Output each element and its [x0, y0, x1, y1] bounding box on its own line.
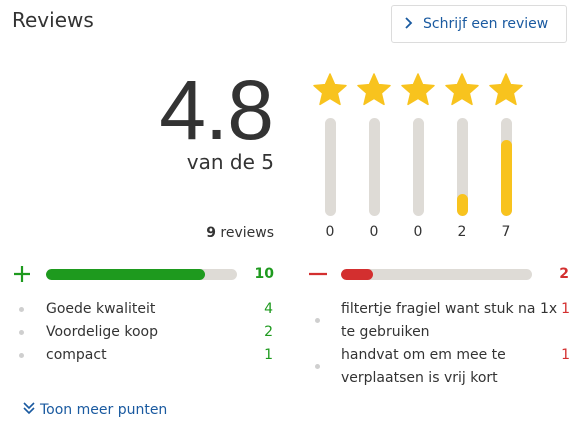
average-score: 4.8 [159, 63, 274, 157]
bullet [315, 364, 320, 369]
bullet [19, 330, 24, 335]
pros-bar [46, 269, 237, 280]
pro-item-count: 2 [264, 324, 273, 340]
rating-bar-fill [501, 140, 512, 216]
pros-bar-fill [46, 269, 205, 280]
con-item-label: filtertje fragiel want stuk na 1x te geb… [341, 298, 557, 344]
rating-count-3-star: 0 [413, 224, 423, 240]
rating-bar-3-star [413, 118, 424, 216]
show-more-button[interactable]: Toon meer punten [22, 400, 167, 419]
review-count-number: 9 [206, 225, 216, 241]
star-icon [488, 72, 524, 108]
write-review-button[interactable]: Schrijf een review [391, 5, 567, 43]
plus-icon [12, 264, 32, 284]
star-icon [400, 72, 436, 108]
con-item-count: 1 [561, 301, 570, 317]
review-count-suffix: reviews [220, 225, 274, 241]
rating-bar-1-star [325, 118, 336, 216]
section-title: Reviews [12, 8, 94, 32]
bullet [315, 318, 320, 323]
rating-count-2-star: 0 [369, 224, 379, 240]
write-review-label: Schrijf een review [423, 16, 549, 32]
rating-bar-4-star [457, 118, 468, 216]
pros-total: 10 [254, 266, 274, 282]
pro-item-count: 1 [264, 347, 273, 363]
cons-bar [341, 269, 532, 280]
review-count: 9 reviews [206, 225, 274, 241]
rating-count-4-star: 2 [457, 224, 467, 240]
rating-count-1-star: 0 [325, 224, 335, 240]
score-out-of: van de 5 [186, 150, 274, 174]
bullet [19, 307, 24, 312]
rating-bar-2-star [369, 118, 380, 216]
con-item-line: verplaatsen is vrij kort [341, 370, 498, 386]
con-item-label: handvat om em mee te verplaatsen is vrij… [341, 344, 506, 390]
minus-icon [308, 264, 328, 284]
chevron-right-icon [404, 16, 413, 32]
show-more-label: Toon meer punten [40, 401, 168, 418]
cons-bar-fill [341, 269, 373, 280]
con-item-line: filtertje fragiel want stuk na 1x [341, 301, 558, 317]
cons-total: 2 [559, 266, 569, 282]
bullet [19, 353, 24, 358]
pro-item-label: compact [46, 347, 107, 363]
rating-bar-5-star [501, 118, 512, 216]
pro-item-count: 4 [264, 301, 273, 317]
star-icon [312, 72, 348, 108]
rating-bar-fill [457, 194, 468, 216]
pro-item-label: Goede kwaliteit [46, 301, 156, 317]
rating-count-5-star: 7 [501, 224, 511, 240]
con-item-line: te gebruiken [341, 324, 430, 340]
con-item-count: 1 [561, 347, 570, 363]
star-icon [444, 72, 480, 108]
pro-item-label: Voordelige koop [46, 324, 158, 340]
star-icon [356, 72, 392, 108]
double-chevron-down-icon [22, 400, 36, 419]
con-item-line: handvat om em mee te [341, 347, 506, 363]
